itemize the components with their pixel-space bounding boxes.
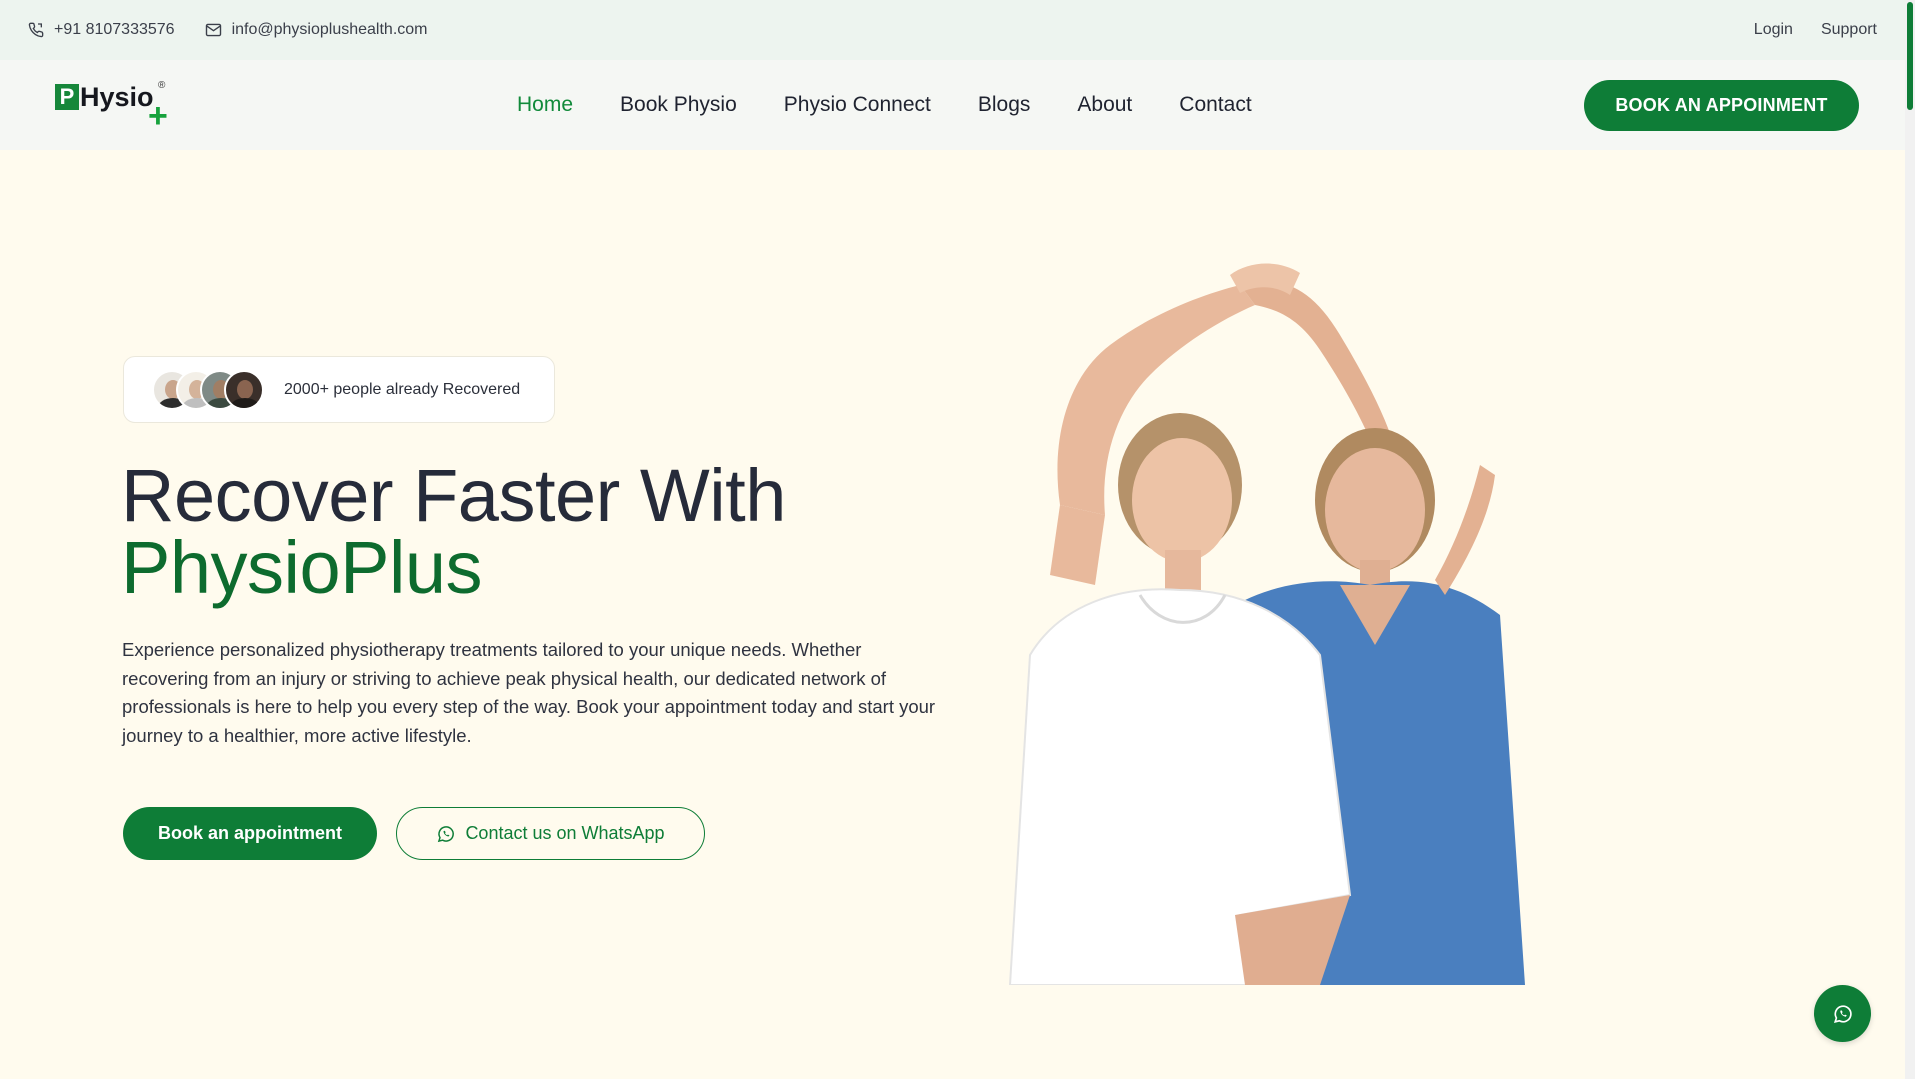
mail-icon xyxy=(205,23,221,37)
logo-letter: P xyxy=(55,84,79,110)
headline-brand: PhysioPlus xyxy=(121,526,483,609)
recovered-badge: 2000+ people already Recovered xyxy=(123,356,555,423)
avatar xyxy=(224,369,264,410)
login-link[interactable]: Login xyxy=(1754,21,1793,39)
email-address: info@physioplushealth.com xyxy=(231,21,428,38)
floating-whatsapp-button[interactable] xyxy=(1814,985,1871,1042)
nav-menu: Home Book Physio Physio Connect Blogs Ab… xyxy=(517,60,1299,150)
phone-number: +91 8107333576 xyxy=(54,21,175,38)
top-bar-contacts: +91 8107333576 info@physioplushealth.com xyxy=(28,21,457,39)
nav-item-contact[interactable]: Contact xyxy=(1179,93,1251,117)
support-link[interactable]: Support xyxy=(1821,21,1877,39)
badge-text: 2000+ people already Recovered xyxy=(284,380,521,398)
book-appointment-nav-button[interactable]: BOOK AN APPOINMENT xyxy=(1584,80,1859,131)
phone-contact[interactable]: +91 8107333576 xyxy=(28,21,175,39)
nav-item-physio-connect[interactable]: Physio Connect xyxy=(784,93,931,117)
logo-text: Hysio xyxy=(80,82,154,112)
whatsapp-icon xyxy=(438,825,455,842)
scrollbar-thumb[interactable] xyxy=(1907,2,1913,110)
nav-item-book-physio[interactable]: Book Physio xyxy=(620,93,737,117)
avatar-group xyxy=(152,369,264,410)
whatsapp-contact-button[interactable]: Contact us on WhatsApp xyxy=(396,807,705,860)
logo-registered-mark: ® xyxy=(158,80,166,91)
top-bar-links: Login Support xyxy=(1726,21,1877,39)
hero-headline: Recover Faster With PhysioPlus xyxy=(121,459,786,609)
email-contact[interactable]: info@physioplushealth.com xyxy=(205,21,428,39)
hero-description: Experience personalized physiotherapy tr… xyxy=(122,639,936,746)
nav-item-home[interactable]: Home xyxy=(517,93,573,117)
headline-line-1: Recover Faster With xyxy=(121,454,786,537)
whatsapp-button-label: Contact us on WhatsApp xyxy=(465,823,665,843)
book-appointment-button[interactable]: Book an appointment xyxy=(123,807,377,860)
hero-physio-image xyxy=(1008,263,1525,985)
page-scrollbar[interactable] xyxy=(1905,0,1915,1079)
nav-item-about[interactable]: About xyxy=(1077,93,1132,117)
logo-plus: + xyxy=(148,97,168,135)
whatsapp-icon xyxy=(1833,1004,1852,1023)
phone-icon xyxy=(28,22,44,38)
nav-item-blogs[interactable]: Blogs xyxy=(978,93,1031,117)
top-bar: +91 8107333576 info@physioplushealth.com… xyxy=(0,0,1905,60)
physioplus-logo[interactable]: P Hysio + ® xyxy=(55,80,168,133)
